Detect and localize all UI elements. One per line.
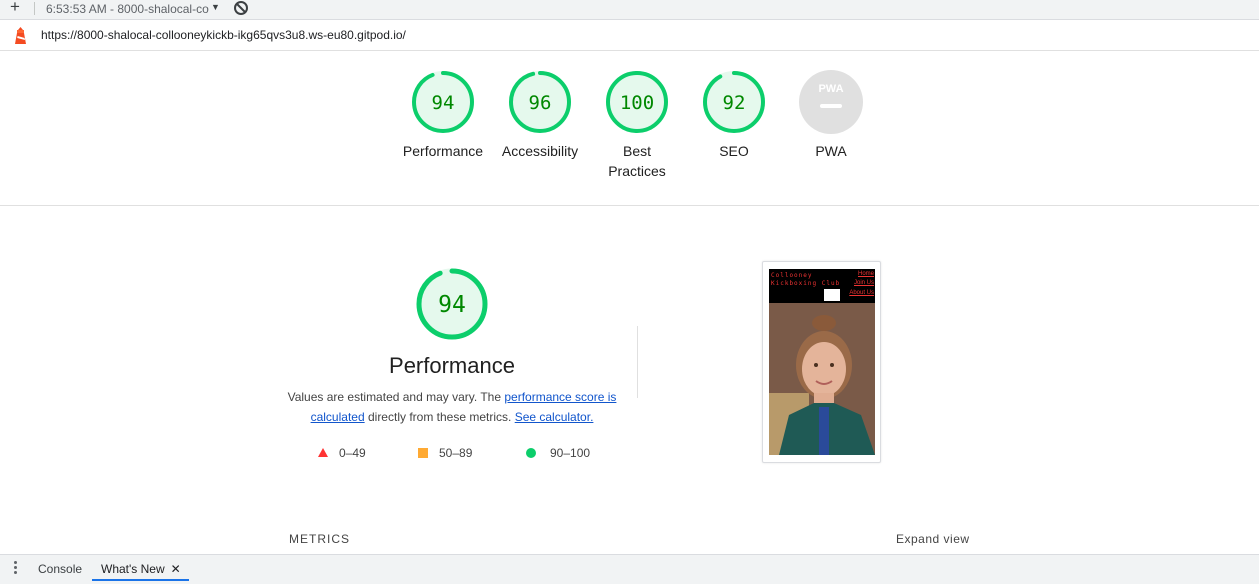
score-gauges: 94 Performance 96 Accessibility 100 Best… — [0, 51, 1259, 206]
report-url-bar: https://8000-shalocal-collooneykickb-ikg… — [0, 20, 1259, 51]
expand-view-toggle[interactable]: Expand view — [896, 532, 970, 546]
gauge-score: 96 — [529, 92, 552, 114]
gauge-best-practices[interactable]: 100 Best Practices — [587, 70, 687, 181]
gauge-ring: 94 — [412, 71, 474, 133]
menu-toggle — [824, 289, 840, 301]
gauge-ring: 94 — [416, 268, 488, 340]
more-options-icon[interactable] — [14, 561, 17, 576]
gauge-label: Accessibility — [501, 143, 579, 159]
performance-score: 94 — [438, 292, 466, 318]
circle-icon — [526, 448, 536, 458]
nav-link-about: About Us — [849, 290, 874, 296]
gauge-accessibility[interactable]: 96 Accessibility — [490, 70, 590, 161]
lighthouse-icon — [15, 27, 26, 44]
tab-console[interactable]: Console — [38, 562, 82, 576]
nav-link-home: Home — [857, 271, 874, 277]
performance-title: Performance — [389, 353, 515, 378]
triangle-icon — [318, 448, 328, 457]
gauge-label: PWA — [815, 143, 847, 159]
gauge-score: 100 — [620, 92, 654, 114]
calculator-link[interactable]: See calculator. — [515, 410, 594, 424]
chevron-down-icon[interactable]: ▼ — [211, 2, 220, 12]
square-icon — [418, 448, 428, 458]
devtools-tabbar: + 6:53:53 AM - 8000-shalocal-co ▼ — [0, 0, 1259, 20]
gauge-ring: 100 — [606, 71, 668, 133]
gauge-label: Performance — [402, 143, 484, 159]
gauge-score: 92 — [723, 92, 746, 114]
performance-gauge: 94 — [402, 267, 502, 341]
gauge-label: SEO — [719, 143, 749, 159]
page-url[interactable]: https://8000-shalocal-collooneykickb-ikg… — [41, 28, 406, 42]
gauge-ring: 92 — [703, 71, 765, 133]
performance-description: Values are estimated and may vary. The p… — [287, 390, 617, 424]
performance-section: 94 Performance Values are estimated and … — [0, 206, 1259, 554]
legend-average: 50–89 — [417, 446, 472, 460]
legend-pass: 90–100 — [525, 446, 590, 460]
legend-fail: 0–49 — [317, 446, 366, 460]
gauge-label: Best Practices — [608, 143, 666, 179]
nav-link-join: Join Us — [853, 280, 874, 286]
new-session-button[interactable]: + — [10, 0, 20, 17]
clear-icon[interactable] — [234, 1, 248, 15]
devtools-drawer: Console What's New ✕ — [0, 554, 1259, 584]
close-icon[interactable]: ✕ — [171, 562, 181, 576]
gauge-ring: 96 — [509, 71, 571, 133]
hero-photo — [769, 303, 875, 455]
divider — [637, 326, 638, 398]
gauge-score: 94 — [432, 92, 455, 114]
divider — [34, 2, 35, 15]
svg-text:PWA: PWA — [818, 83, 843, 95]
pwa-badge-icon: PWA — [799, 70, 863, 134]
metrics-heading: METRICS — [289, 532, 350, 546]
screenshot-frame: Collooney Kickboxing Club Home Join Us A… — [769, 269, 875, 455]
final-screenshot[interactable]: Collooney Kickboxing Club Home Join Us A… — [762, 261, 881, 463]
gauge-pwa[interactable]: PWA PWA — [781, 70, 881, 161]
gauge-performance[interactable]: 94 Performance — [393, 70, 493, 161]
session-selector[interactable]: 6:53:53 AM - 8000-shalocal-co — [46, 2, 209, 16]
portrait-image — [769, 303, 875, 455]
tab-whats-new[interactable]: What's New ✕ — [92, 555, 189, 581]
site-title: Collooney Kickboxing Club — [771, 272, 841, 287]
gauge-seo[interactable]: 92 SEO — [684, 70, 784, 161]
